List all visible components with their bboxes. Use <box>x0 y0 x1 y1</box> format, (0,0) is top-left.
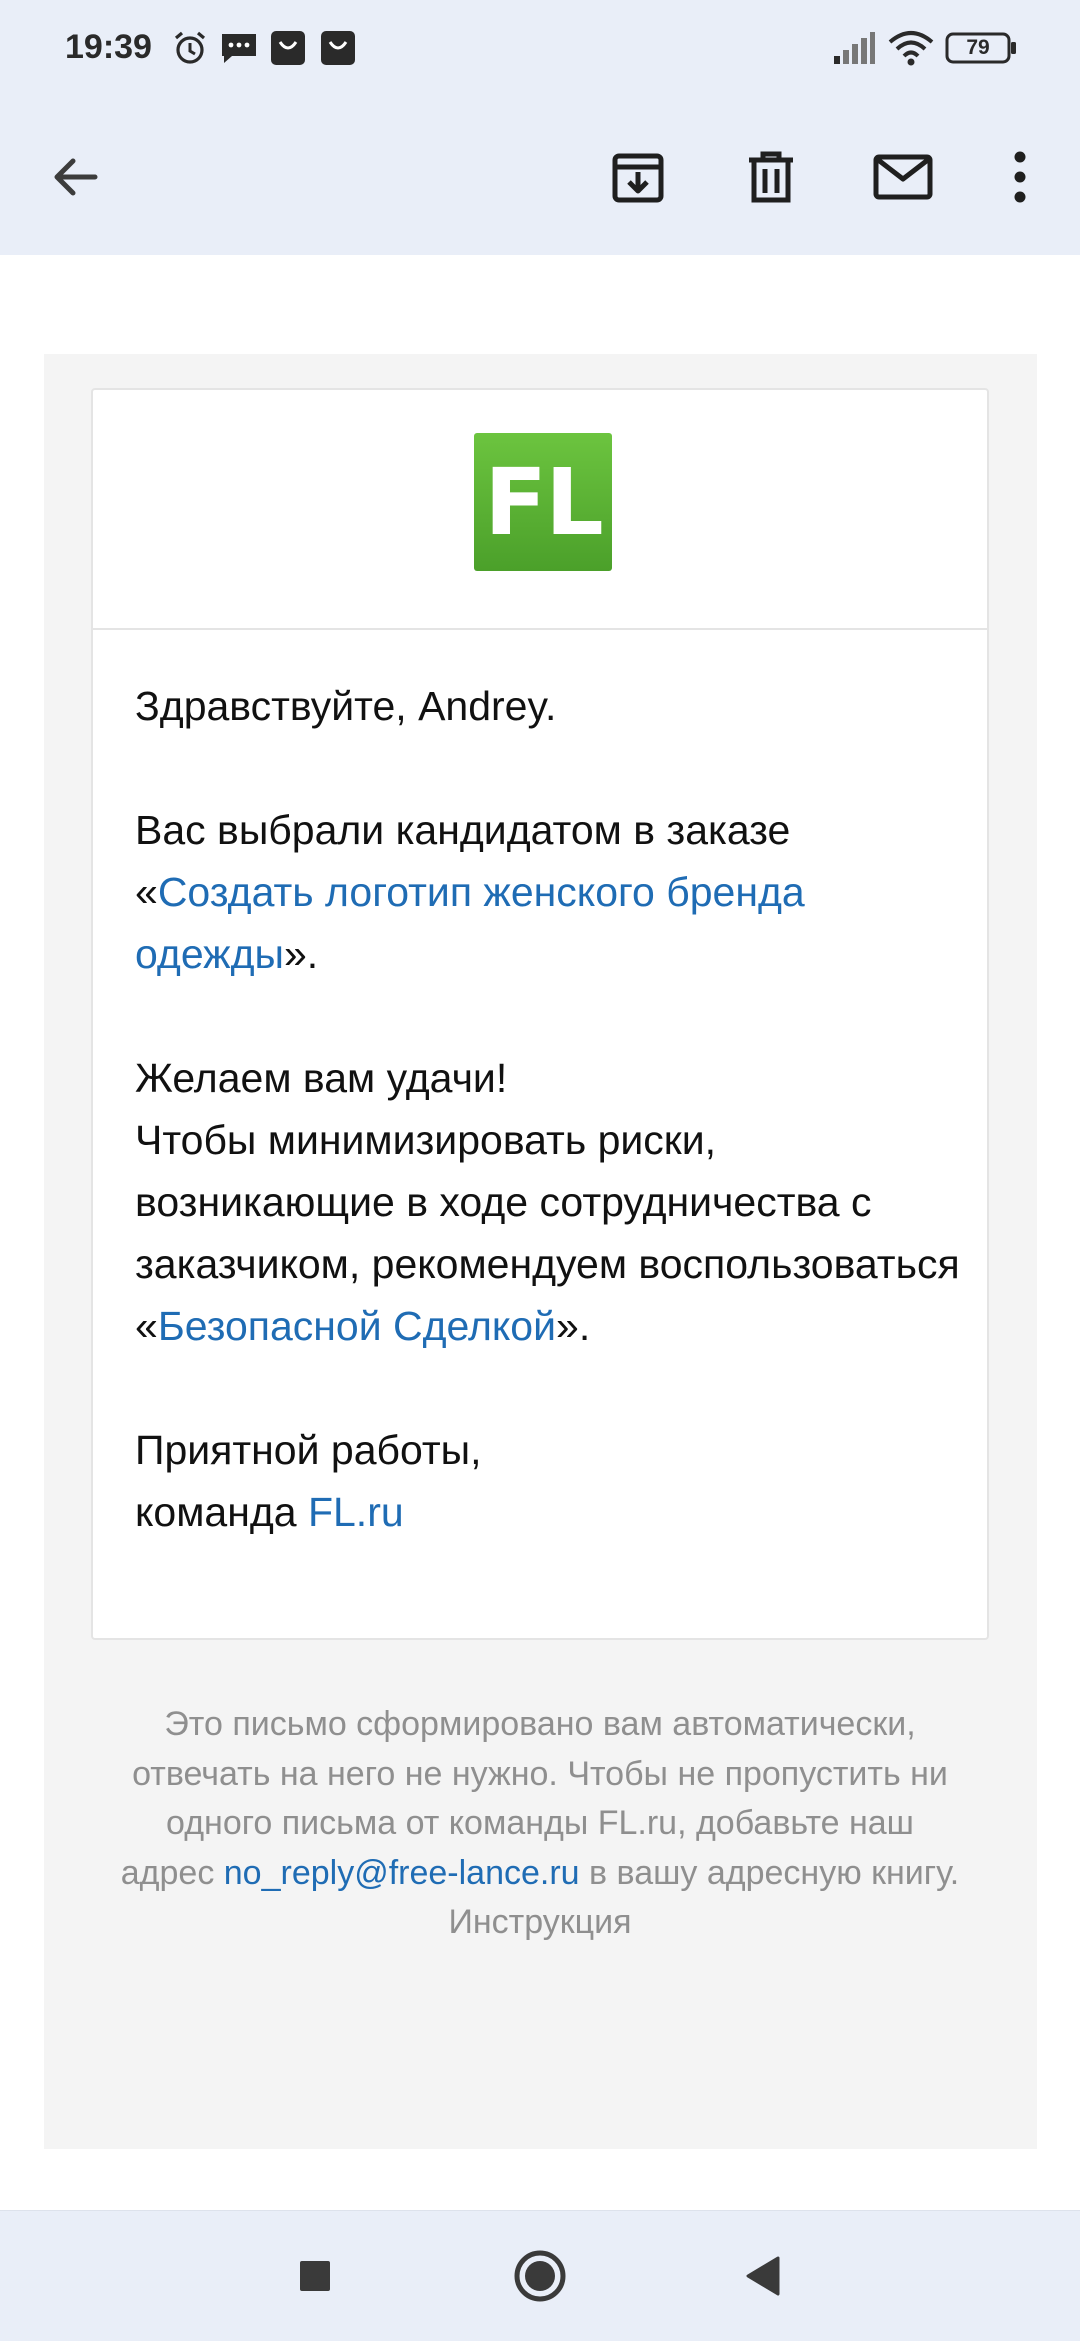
shopping-bag-icon <box>268 28 308 68</box>
fl-logo[interactable]: FL <box>474 433 612 571</box>
home-button[interactable] <box>505 2241 575 2311</box>
delete-button[interactable] <box>731 137 811 217</box>
alarm-icon <box>170 28 210 68</box>
system-nav-bar <box>0 2210 1080 2341</box>
email-content: Здравствуйте, Andrey. Вас выбрали кандид… <box>135 675 965 1543</box>
signature: Приятной работы, команда FL.ru <box>135 1419 965 1543</box>
order-link[interactable]: Создать логотип женского бренда одежды <box>135 869 805 977</box>
closing-line: Приятной работы, <box>135 1427 482 1473</box>
archive-button[interactable] <box>598 137 678 217</box>
team-text: команда <box>135 1489 308 1535</box>
more-vert-icon <box>1014 151 1026 203</box>
safe-deal-link[interactable]: Безопасной Сделкой <box>158 1303 556 1349</box>
wifi-icon <box>888 28 934 73</box>
noreply-email-link[interactable]: no_reply@free-lance.ru <box>224 1854 580 1892</box>
battery-level: 79 <box>966 36 990 59</box>
back-triangle-icon <box>746 2256 780 2296</box>
home-circle-icon <box>514 2250 566 2302</box>
candidate-paragraph: Вас выбрали кандидатом в заказе «Создать… <box>135 799 965 985</box>
recents-square-icon <box>300 2261 330 2291</box>
shopping-bag-icon <box>318 28 358 68</box>
trash-icon <box>749 151 793 203</box>
safe-deal-paragraph: Желаем вам удачи! Чтобы минимизировать ри… <box>135 1047 965 1357</box>
recents-button[interactable] <box>280 2241 350 2311</box>
email-footer: Это письмо сформировано вам автоматическ… <box>120 1700 960 1948</box>
messages-icon <box>219 28 259 68</box>
back-arrow-icon <box>54 158 98 196</box>
candidate-end: ». <box>284 931 319 977</box>
status-bar: 19:39 79 <box>0 0 1080 100</box>
email-card: FL Здравствуйте, Andrey. Вас выбрали кан… <box>91 388 989 1640</box>
status-time: 19:39 <box>65 28 152 66</box>
mark-unread-button[interactable] <box>863 137 943 217</box>
back-nav-button[interactable] <box>727 2241 797 2311</box>
archive-icon <box>612 153 664 203</box>
more-options-button[interactable] <box>980 137 1060 217</box>
footer-text-after: в вашу адресную книгу. <box>579 1853 960 1892</box>
safe-deal-end: ». <box>556 1303 591 1349</box>
wish-line: Желаем вам удачи! <box>135 1055 508 1101</box>
signal-icon <box>832 28 876 73</box>
back-button[interactable] <box>35 137 115 217</box>
instruction-link[interactable]: Инструкция <box>448 1903 631 1941</box>
fl-ru-link[interactable]: FL.ru <box>308 1489 404 1535</box>
email-toolbar <box>0 100 1080 255</box>
mark-unread-icon <box>873 154 933 200</box>
logo-header: FL <box>93 390 987 630</box>
greeting: Здравствуйте, Andrey. <box>135 683 557 729</box>
